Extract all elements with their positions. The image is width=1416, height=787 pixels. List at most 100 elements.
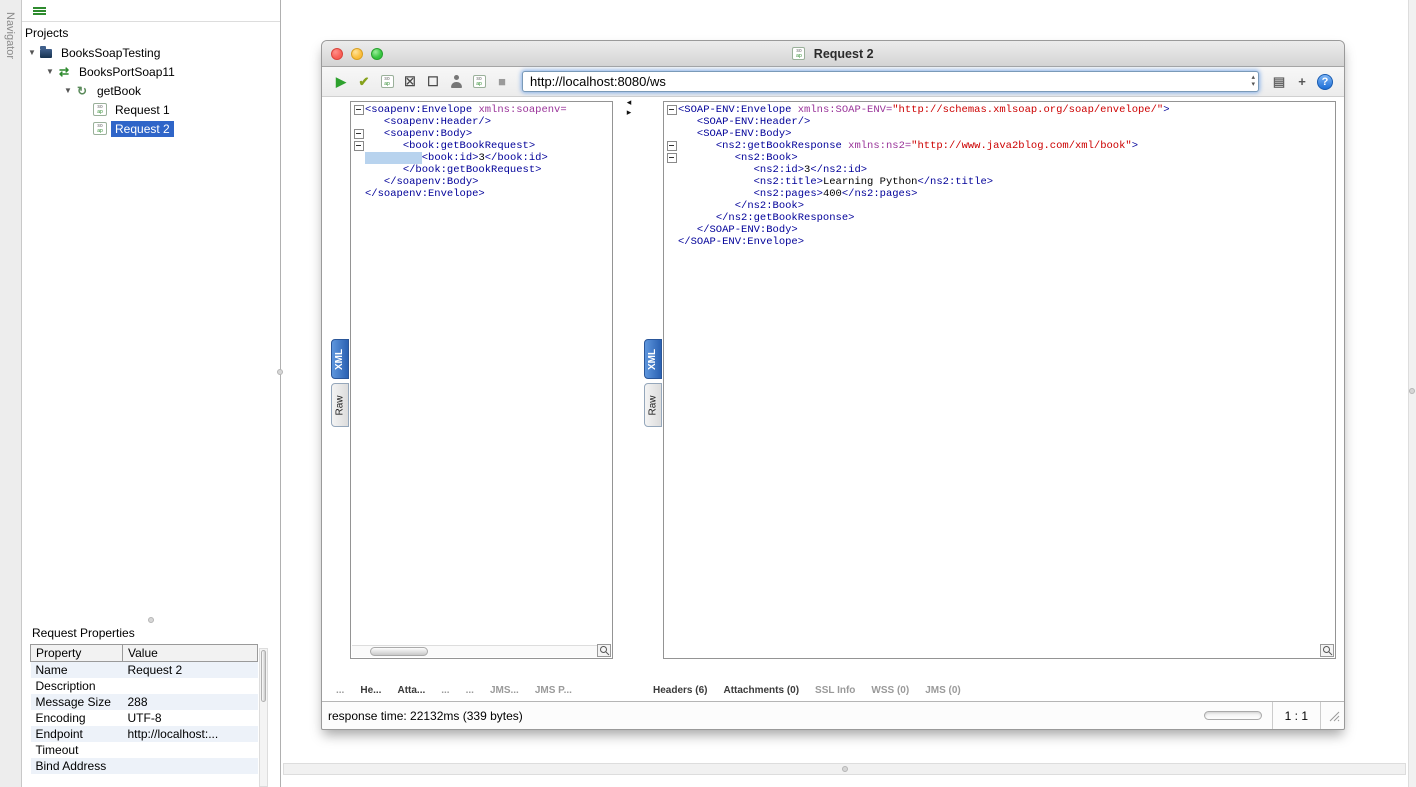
split-view-icon[interactable]: +	[1292, 72, 1312, 92]
endpoint-dropdown-stepper[interactable]: ▴▾	[1251, 74, 1255, 88]
request-tab-xml[interactable]: XML	[331, 339, 349, 379]
request-code[interactable]: <soapenv:Envelope xmlns:soapenv= <soapen…	[352, 104, 611, 644]
property-value[interactable]: Request 2	[123, 662, 258, 679]
properties-scrollbar[interactable]	[259, 648, 268, 787]
tab-headers-6[interactable]: Headers (6)	[653, 685, 707, 696]
gutter	[665, 128, 678, 140]
endpoint-input[interactable]	[522, 71, 1259, 92]
property-row-bind-address[interactable]: Bind Address	[31, 758, 258, 774]
request-hscroll-thumb[interactable]	[370, 647, 428, 656]
soapui-app: Navigator Projects ▼BooksSoapTesting▼Boo…	[0, 0, 1416, 787]
zoom-button[interactable]	[371, 48, 383, 60]
window-resize-grip[interactable]	[1327, 709, 1340, 722]
tree-item-request-1[interactable]: soapRequest 1	[22, 100, 280, 119]
xpath-box-icon[interactable]: ☒	[400, 72, 420, 92]
code-line: <soapenv:Envelope xmlns:soapenv=	[352, 104, 611, 116]
properties-table: PropertyValue NameRequest 2DescriptionMe…	[30, 644, 258, 774]
panel-divider-grip-icon[interactable]	[277, 369, 283, 375]
cancel-icon[interactable]: ■	[492, 72, 512, 92]
user-icon[interactable]	[446, 72, 466, 92]
gutter	[665, 116, 678, 128]
property-row-description[interactable]: Description	[31, 678, 258, 694]
tab-he[interactable]: He...	[360, 685, 381, 696]
fold-toggle-icon[interactable]	[352, 140, 365, 152]
request-editor[interactable]: <soapenv:Envelope xmlns:soapenv= <soapen…	[350, 101, 613, 659]
window-titlebar[interactable]: soap Request 2	[322, 41, 1344, 67]
fold-toggle-icon[interactable]	[352, 104, 365, 116]
fold-toggle-icon[interactable]	[352, 128, 365, 140]
tab-more-4[interactable]: ...	[466, 685, 474, 696]
response-tab-xml[interactable]: XML	[644, 339, 662, 379]
help-button[interactable]: ?	[1315, 72, 1335, 92]
property-row-name[interactable]: NameRequest 2	[31, 662, 258, 679]
property-value[interactable]: 288	[123, 694, 258, 710]
tab-jms[interactable]: JMS...	[490, 685, 519, 696]
tab-ssl-info[interactable]: SSL Info	[815, 685, 855, 696]
property-value[interactable]	[123, 678, 258, 694]
code-line: </ns2:getBookResponse>	[665, 212, 1334, 224]
tree-item-getbook[interactable]: ▼ getBook	[22, 81, 280, 100]
create-empty-icon[interactable]: ☐	[423, 72, 443, 92]
tab-jms-0[interactable]: JMS (0)	[925, 685, 961, 696]
tree-item-label: getBook	[93, 83, 145, 99]
properties-body: NameRequest 2DescriptionMessage Size288E…	[31, 662, 258, 775]
splitter-grip-icon	[148, 617, 154, 623]
request-icon: soap	[93, 103, 107, 116]
fold-toggle-icon[interactable]	[665, 152, 678, 164]
tree-item-booksportsoap11[interactable]: ▼BooksPortSoap11	[22, 62, 280, 81]
gutter	[352, 116, 365, 128]
expand-toggle-icon[interactable]: ▼	[61, 86, 75, 95]
close-button[interactable]	[331, 48, 343, 60]
navigator-splitter[interactable]	[22, 614, 280, 625]
navigator-toolbar	[22, 0, 280, 22]
request-icon: soap	[93, 122, 107, 135]
soap-request-icon[interactable]: soap	[377, 72, 397, 92]
tab-more-0[interactable]: ...	[336, 685, 344, 696]
request-properties-title: Request Properties	[32, 626, 268, 640]
add-to-testcase-icon[interactable]: ✔	[354, 72, 374, 92]
request-zoom-button[interactable]	[597, 644, 611, 657]
submit-button[interactable]: ▶	[331, 72, 351, 92]
property-value[interactable]	[123, 758, 258, 774]
endpoint-combo[interactable]: ▴▾	[522, 71, 1259, 92]
expand-toggle-icon[interactable]: ▼	[25, 48, 39, 57]
tree-item-bookssoaptesting[interactable]: ▼ BooksSoapTesting	[22, 43, 280, 62]
navigator-tab[interactable]: Navigator	[4, 12, 16, 59]
response-tab-raw[interactable]: Raw	[644, 383, 662, 427]
properties-scroll-thumb[interactable]	[261, 650, 266, 702]
property-row-endpoint[interactable]: Endpointhttp://localhost:...	[31, 726, 258, 742]
workspace-hscrollbar[interactable]	[283, 763, 1406, 775]
tab-attachments-0[interactable]: Attachments (0)	[723, 685, 799, 696]
property-name: Name	[31, 662, 123, 679]
response-code[interactable]: <SOAP-ENV:Envelope xmlns:SOAP-ENV="http:…	[665, 104, 1334, 656]
tree-item-label: BooksSoapTesting	[57, 45, 164, 61]
request-window: soap Request 2 ▶✔soap☒☐soap■ ▴▾ ▤+? XMLR…	[321, 40, 1345, 730]
response-editor[interactable]: <SOAP-ENV:Envelope xmlns:SOAP-ENV="http:…	[663, 101, 1336, 659]
navigator-menu-icon[interactable]	[33, 7, 46, 16]
soap-mock-icon[interactable]: soap	[469, 72, 489, 92]
property-value[interactable]: UTF-8	[123, 710, 258, 726]
property-value[interactable]: http://localhost:...	[123, 726, 258, 742]
property-row-encoding[interactable]: EncodingUTF-8	[31, 710, 258, 726]
tab-more-3[interactable]: ...	[441, 685, 449, 696]
tab-jms-p[interactable]: JMS P...	[535, 685, 572, 696]
property-row-timeout[interactable]: Timeout	[31, 742, 258, 758]
response-zoom-button[interactable]	[1320, 644, 1334, 657]
workspace-right-strip[interactable]	[1408, 0, 1416, 787]
tab-wss-0[interactable]: WSS (0)	[871, 685, 909, 696]
request-hscrollbar[interactable]	[352, 645, 597, 657]
request-tab-raw[interactable]: Raw	[331, 383, 349, 427]
minimize-button[interactable]	[351, 48, 363, 60]
pane-splitter[interactable]: ◂ ▸	[621, 97, 637, 127]
tree-item-request-2[interactable]: soapRequest 2	[22, 119, 280, 138]
collapse-right-icon[interactable]: ▸	[627, 107, 632, 117]
expand-toggle-icon[interactable]: ▼	[43, 67, 57, 76]
layout-icon[interactable]: ▤	[1269, 72, 1289, 92]
collapse-left-icon[interactable]: ◂	[627, 97, 632, 107]
tab-atta[interactable]: Atta...	[397, 685, 425, 696]
property-row-message-size[interactable]: Message Size288	[31, 694, 258, 710]
fold-toggle-icon[interactable]	[665, 140, 678, 152]
property-value[interactable]	[123, 742, 258, 758]
response-info-tabs: Headers (6) Attachments (0) SSL Info WSS (0…	[653, 679, 961, 701]
fold-toggle-icon[interactable]	[665, 104, 678, 116]
